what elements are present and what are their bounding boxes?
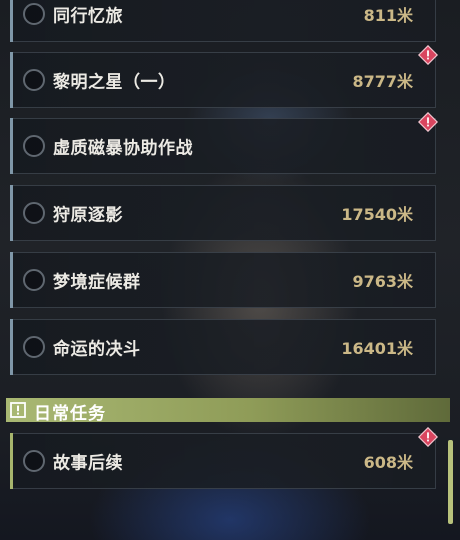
quest-radio[interactable] [23, 336, 45, 358]
quest-name: 故事后续 [53, 453, 123, 474]
quest-item-5[interactable]: 梦境症候群 9763米 [10, 252, 436, 308]
alert-diamond-icon [418, 427, 438, 447]
quest-name: 狩原逐影 [53, 205, 123, 226]
quest-distance: 8777米 [352, 72, 413, 91]
daily-quests-header[interactable]: 日常任务 [6, 398, 450, 424]
quest-radio[interactable] [23, 269, 45, 291]
quest-item-1[interactable]: 同行忆旅 811米 [10, 0, 436, 42]
quest-radio[interactable] [23, 3, 45, 25]
quest-name: 虚质磁暴协助作战 [53, 138, 193, 159]
quest-item-3[interactable]: 虚质磁暴协助作战 [10, 118, 436, 174]
quest-distance: 9763米 [352, 272, 413, 291]
quest-name: 黎明之星（一） [53, 72, 176, 93]
section-title: 日常任务 [34, 404, 106, 424]
quest-radio[interactable] [23, 450, 45, 472]
quest-item-6[interactable]: 命运的决斗 16401米 [10, 319, 436, 375]
quest-distance: 608米 [363, 453, 413, 472]
alert-diamond-icon [418, 112, 438, 132]
quest-radio[interactable] [23, 202, 45, 224]
scrollbar-thumb[interactable] [448, 440, 453, 524]
quest-radio[interactable] [23, 69, 45, 91]
quest-distance: 16401米 [341, 339, 413, 358]
quest-name: 命运的决斗 [53, 339, 141, 360]
quest-item-2[interactable]: 黎明之星（一） 8777米 [10, 52, 436, 108]
alert-box-icon [10, 402, 26, 418]
quest-radio[interactable] [23, 135, 45, 157]
quest-distance: 17540米 [341, 205, 413, 224]
alert-diamond-icon [418, 45, 438, 65]
daily-quest-item-1[interactable]: 故事后续 608米 [10, 433, 436, 489]
quest-name: 同行忆旅 [53, 6, 123, 27]
quest-distance: 811米 [363, 6, 413, 25]
quest-item-4[interactable]: 狩原逐影 17540米 [10, 185, 436, 241]
quest-name: 梦境症候群 [53, 272, 141, 293]
quest-list-panel: 同行忆旅 811米 黎明之星（一） 8777米 虚质磁暴协助作战 狩原逐影 17… [0, 0, 460, 540]
